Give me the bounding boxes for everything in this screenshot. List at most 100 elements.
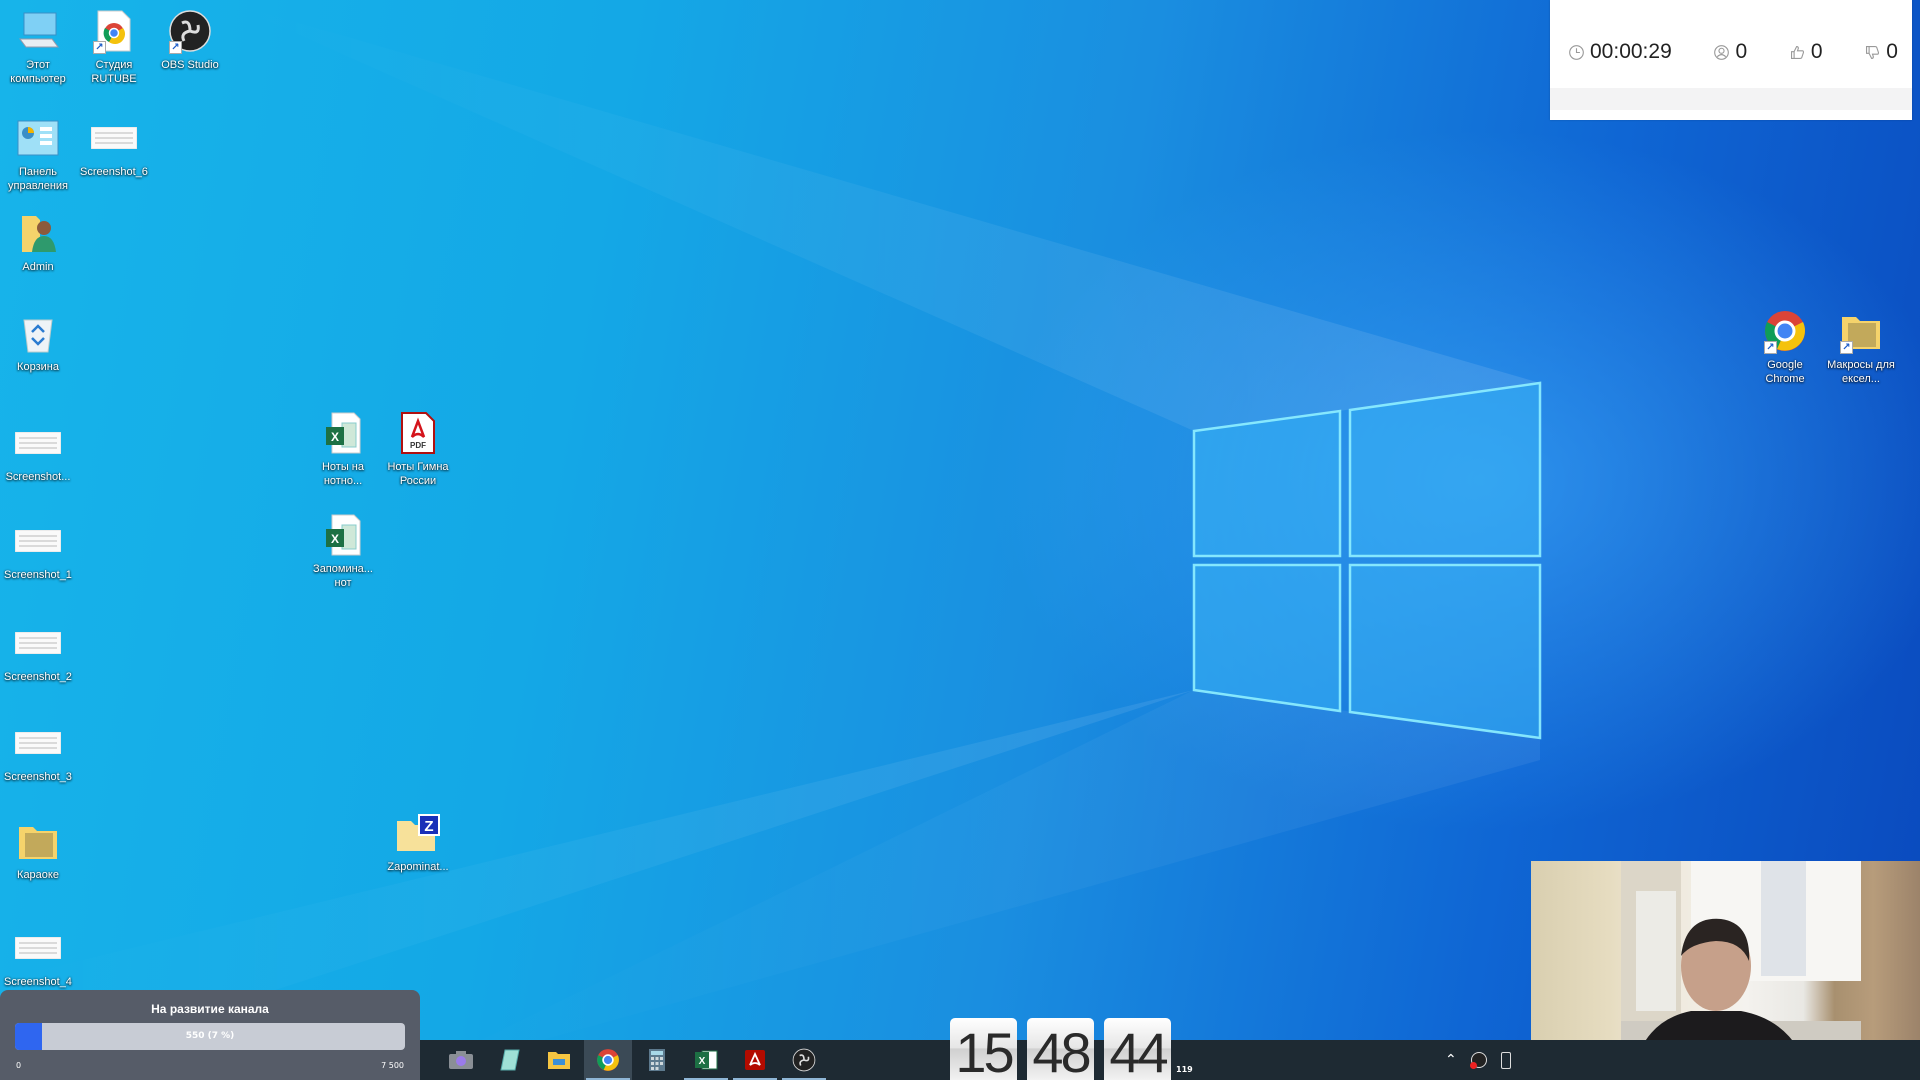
desktop-icon[interactable]: Screenshot_1 [0, 518, 76, 582]
desktop-icon-label: Screenshot... [5, 471, 71, 483]
desktop-icon-label: Admin [22, 261, 54, 273]
desktop-icon[interactable]: PDF Ноты Гимна России [380, 410, 456, 488]
viewers-count: 0 [1713, 40, 1747, 64]
image-thumbnail-icon [15, 420, 61, 466]
desktop-icon-label: Макросы для ексел... [1827, 359, 1895, 385]
folder-icon [547, 1050, 571, 1070]
desktop-icon-label: Панель управления [8, 166, 68, 192]
taskbar-app-excel[interactable]: X [682, 1040, 730, 1080]
desktop-icon[interactable]: Z Zapominat... [380, 810, 456, 874]
desktop-icon[interactable]: Admin [0, 210, 76, 274]
usb-icon[interactable] [1500, 1051, 1511, 1069]
desktop-icon-label: Ноты на нотно... [321, 461, 364, 487]
recycle-bin-icon [15, 310, 61, 356]
viewers-value: 0 [1735, 40, 1748, 63]
clock-seconds: 44 [1104, 1018, 1171, 1080]
desktop-icon-label: Screenshot_6 [80, 166, 148, 178]
shortcut-arrow-icon: ↗ [1840, 341, 1853, 354]
folder-icon [15, 818, 61, 864]
desktop-icon-label: Корзина [17, 361, 59, 373]
shortcut-arrow-icon: ↗ [169, 41, 182, 54]
taskbar-app-notepad[interactable] [486, 1040, 534, 1080]
taskbar-app-acrobat-reader[interactable] [731, 1040, 779, 1080]
desktop-icon[interactable]: Screenshot_2 [0, 620, 76, 684]
desktop-icon[interactable]: ↗ Google Chrome [1747, 308, 1823, 386]
desktop-icon[interactable]: ↗ OBS Studio [152, 8, 228, 72]
desktop-icon[interactable]: X Ноты на нотно... [305, 410, 381, 488]
donation-max-label: 7 500 [381, 1061, 404, 1070]
svg-text:PDF: PDF [410, 441, 426, 450]
desktop-icon[interactable]: Этот компьютер [0, 8, 76, 86]
likes-count: 0 [1789, 40, 1823, 64]
desktop-icon-label: Screenshot_4 [4, 976, 72, 988]
pdf-icon [744, 1049, 766, 1071]
chrome-doc-icon: ↗ [91, 8, 137, 54]
shortcut-arrow-icon: ↗ [1764, 341, 1777, 354]
clock-minutes: 48 [1027, 1018, 1094, 1080]
stream-stats-panel: 00:00:29 0 0 0 [1550, 0, 1912, 120]
donation-progress-text: 550 (7 %) [185, 1031, 235, 1041]
excel-file-icon: X [320, 512, 366, 558]
folder-icon: ↗ [1838, 308, 1884, 354]
image-thumbnail-icon [15, 720, 61, 766]
svg-text:X: X [699, 1056, 706, 1067]
svg-text:X: X [331, 532, 339, 546]
stats-panel-footer [1550, 88, 1912, 110]
chevron-up-icon[interactable]: ⌃ [1445, 1052, 1457, 1068]
calculator-icon [648, 1048, 666, 1072]
desktop-icon[interactable]: Screenshot_6 [76, 115, 152, 179]
taskbar-app-calculator[interactable] [633, 1040, 681, 1080]
desktop-icon[interactable]: Screenshot_4 [0, 925, 76, 989]
obs-icon: ↗ [167, 8, 213, 54]
desktop-icon[interactable]: Караоке [0, 818, 76, 882]
dislikes-count: 0 [1864, 40, 1898, 64]
desktop-icon-label: Запомина... нот [313, 563, 373, 589]
excel-file-icon: X [320, 410, 366, 456]
donation-title: На развитие канала [151, 1002, 269, 1016]
svg-text:Z: Z [424, 818, 433, 835]
desktop-icon[interactable]: X Запомина... нот [305, 512, 381, 590]
obs-icon [792, 1048, 816, 1072]
desktop-icon-label: Студия RUTUBE [91, 59, 137, 85]
donation-min-label: 0 [16, 1061, 22, 1070]
clock-icon [1569, 44, 1584, 60]
desktop-icon[interactable]: Панель управления [0, 115, 76, 193]
excel-icon: X [694, 1049, 718, 1071]
taskbar-app-google-chrome[interactable] [584, 1040, 632, 1080]
taskbar-app-obs-studio[interactable] [780, 1040, 828, 1080]
desktop-icon[interactable]: Screenshot_3 [0, 720, 76, 784]
svg-text:X: X [331, 430, 339, 444]
desktop-icon-label: Ноты Гимна России [387, 461, 449, 487]
chrome-icon: ↗ [1762, 308, 1808, 354]
dislikes-value: 0 [1886, 40, 1898, 63]
donation-goal-widget: На развитие канала 550 (7 %) 0 7 500 [0, 990, 420, 1080]
desktop-icon-label: Этот компьютер [10, 59, 66, 85]
image-thumbnail-icon [15, 518, 61, 564]
user-folder-icon [15, 210, 61, 256]
desktop-icon-label: Караоке [17, 869, 59, 881]
desktop-icon[interactable]: Корзина [0, 310, 76, 374]
notepad-icon [499, 1048, 521, 1072]
clock-hours: 15 [950, 1018, 1017, 1080]
viewer-icon [1714, 44, 1730, 60]
pdf-file-icon: PDF [395, 410, 441, 456]
desktop-icon-label: Screenshot_1 [4, 569, 72, 581]
desktop-icon-label: Screenshot_2 [4, 671, 72, 683]
chrome-icon [596, 1048, 620, 1072]
taskbar-app-camera[interactable] [437, 1040, 485, 1080]
clock-small-label: 119 [1176, 1065, 1193, 1074]
camera-icon [448, 1050, 474, 1070]
desktop-icon[interactable]: ↗ Студия RUTUBE [76, 8, 152, 86]
image-thumbnail-icon [15, 925, 61, 971]
desktop-icon-label: OBS Studio [161, 59, 219, 71]
system-tray: ⌃ [1445, 1040, 1511, 1080]
image-thumbnail-icon [15, 620, 61, 666]
image-thumbnail-icon [91, 115, 137, 161]
desktop-icon-label: Google Chrome [1765, 359, 1805, 385]
taskbar-app-file-explorer[interactable] [535, 1040, 583, 1080]
desktop-icon[interactable]: ↗ Макросы для ексел... [1823, 308, 1899, 386]
thumbs-up-icon [1790, 45, 1804, 59]
stream-duration: 00:00:29 [1568, 40, 1672, 64]
obs-tray-icon[interactable] [1469, 1052, 1487, 1069]
desktop-icon[interactable]: Screenshot... [0, 420, 76, 484]
